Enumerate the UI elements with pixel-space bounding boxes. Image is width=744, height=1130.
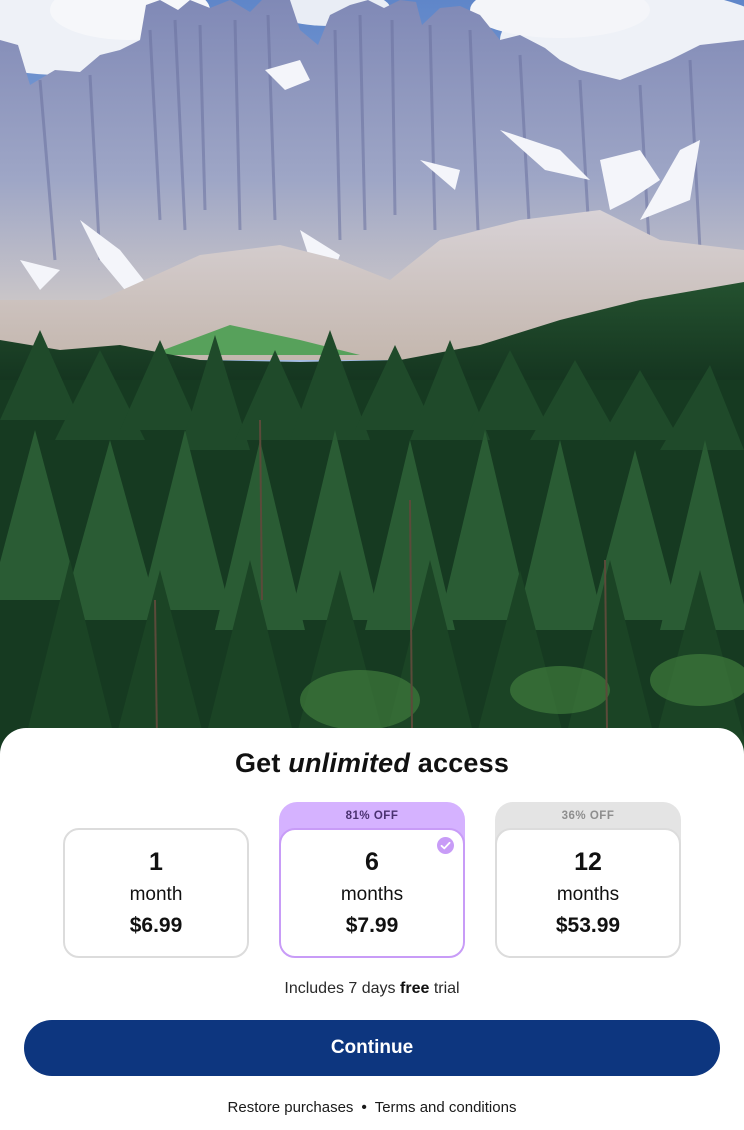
plan-price: $7.99 (345, 914, 399, 937)
terms-link[interactable]: Terms and conditions (375, 1099, 517, 1116)
paywall-sheet: Get unlimited access 1 month $6.99 81% O… (0, 728, 744, 1130)
plan-quantity: 6 (365, 848, 379, 876)
hero-image (0, 0, 744, 760)
plan-option-6-months[interactable]: 81% OFF 6 months $7.99 (279, 802, 465, 958)
plan-card-selected[interactable]: 6 months $7.99 (279, 828, 465, 958)
plan-card[interactable]: 1 month $6.99 (63, 828, 249, 958)
plan-unit: month (129, 884, 183, 905)
trial-text-after: trial (433, 980, 460, 997)
plan-unit: months (340, 884, 404, 905)
footer-separator: • (361, 1099, 367, 1116)
plan-options: 1 month $6.99 81% OFF 6 months $7.99 36%… (0, 802, 744, 962)
plan-quantity: 1 (149, 848, 163, 876)
plan-card[interactable]: 12 months $53.99 (495, 828, 681, 958)
plan-option-1-month[interactable]: 1 month $6.99 (63, 802, 249, 958)
plan-option-12-months[interactable]: 36% OFF 12 months $53.99 (495, 802, 681, 958)
trial-text-before: Includes 7 days (284, 980, 396, 997)
plan-quantity: 12 (574, 848, 602, 876)
plan-price: $6.99 (129, 914, 183, 937)
headline-prefix: Get (234, 748, 281, 778)
trial-text-bold: free (400, 980, 430, 997)
paywall-screen: Get unlimited access 1 month $6.99 81% O… (0, 0, 744, 1130)
plan-unit: months (556, 884, 620, 905)
restore-purchases-link[interactable]: Restore purchases (228, 1099, 354, 1116)
headline-emphasis: unlimited (288, 748, 411, 778)
paywall-headline: Get unlimited access (0, 748, 744, 779)
headline-suffix: access (417, 748, 510, 778)
plan-price: $53.99 (555, 914, 621, 937)
trial-note: Includes 7 days free trial (0, 980, 744, 998)
continue-button[interactable]: Continue (24, 1020, 720, 1076)
footer-links: Restore purchases • Terms and conditions (0, 1099, 744, 1116)
